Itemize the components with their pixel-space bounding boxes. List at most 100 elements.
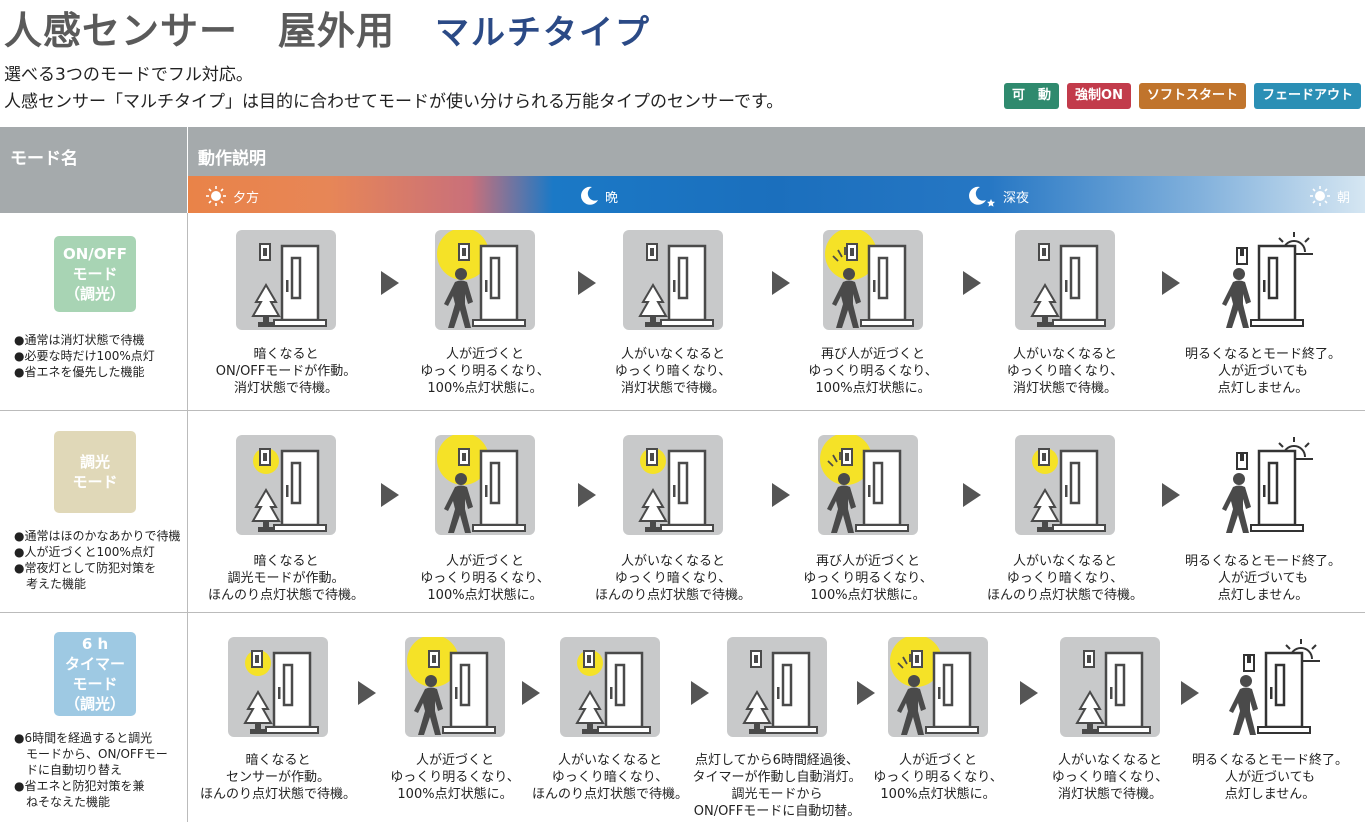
flow-arrow <box>963 271 981 295</box>
timeline-morning-label: 朝 <box>1337 190 1351 206</box>
mode-name-line: （調光） <box>64 695 125 713</box>
caption-line: 人が近づいても <box>1225 770 1315 785</box>
step-caption: 人が近づくと ゆっくり明るくなり、 100%点灯状態に。 <box>390 346 580 397</box>
scene-tile-dark <box>727 637 827 737</box>
caption-line: 人がいなくなると <box>620 347 725 362</box>
moon-icon <box>581 186 598 205</box>
column-divider <box>187 213 188 822</box>
caption-line: ゆっくり明るくなり、 <box>420 571 550 586</box>
caption-line: 消灯状態で待機。 <box>233 381 338 396</box>
scene-tile-person-bright <box>435 435 535 535</box>
mode-note: ●必要な時だけ100%点灯 <box>14 349 155 363</box>
caption-line: 調光モードが作動。 <box>227 571 345 586</box>
caption-line: ゆっくり明るくなり、 <box>420 364 550 379</box>
scene-tile-morning <box>1213 435 1313 535</box>
caption-line: 消灯状態で待機。 <box>620 381 725 396</box>
caption-line: 人がいなくなると <box>1012 554 1117 569</box>
step-caption: 明るくなるとモード終了。 人が近づいても 点灯しません。 <box>1175 752 1365 803</box>
flow-arrow <box>857 681 875 705</box>
flow-arrow <box>1162 271 1180 295</box>
scene-illustration <box>638 448 714 532</box>
header-mode-name: モード名 <box>10 149 78 169</box>
caption-line: ほんのり点灯状態で待機。 <box>199 787 356 802</box>
caption-line: 消灯状態で待機。 <box>1012 381 1117 396</box>
step-caption: 暗くなると ON/OFFモードが作動。 消灯状態で待機。 <box>191 346 381 397</box>
caption-line: 暗くなると <box>253 554 319 569</box>
caption-line: ゆっくり暗くなり、 <box>614 571 732 586</box>
caption-line: ゆっくり暗くなり、 <box>1006 571 1124 586</box>
flow-arrow <box>772 483 790 507</box>
mode-note: ●常夜灯として防犯対策を <box>14 561 157 575</box>
scene-tile-person-bright-again <box>823 230 923 330</box>
step-caption: 暗くなると センサーが作動。 ほんのり点灯状態で待機。 <box>183 752 373 803</box>
scene-tile-dim <box>623 435 723 535</box>
scene-illustration <box>1222 437 1313 533</box>
mode-note: ●6時間を経過すると調光 <box>14 731 153 745</box>
flow-arrow <box>358 681 376 705</box>
timeline-night: 晩 <box>578 185 618 207</box>
caption-line: 100%点灯状態に。 <box>880 787 996 802</box>
caption-line: 点灯しません。 <box>1224 787 1316 802</box>
caption-line: 人がいなくなると <box>557 753 662 768</box>
row-divider <box>0 612 1365 613</box>
caption-line: ゆっくり明るくなり、 <box>808 364 938 379</box>
step-caption: 人がいなくなると ゆっくり暗くなり、 ほんのり点灯状態で待機。 <box>970 553 1160 604</box>
moon-star-icon <box>969 186 995 207</box>
scene-illustration <box>437 435 526 533</box>
scene-tile-person-bright <box>405 637 505 737</box>
caption-line: 明るくなるとモード終了。 <box>1184 347 1341 362</box>
timeline-night-label: 晩 <box>605 190 619 206</box>
scene-illustration <box>243 650 319 734</box>
page-title: 人感センサー 屋外用 マルチタイプ <box>4 0 651 55</box>
caption-line: 再び人が近づくと <box>815 554 920 569</box>
timeline-evening-label: 夕方 <box>233 190 260 206</box>
scene-tile-person-bright-again <box>818 435 918 535</box>
scene-illustration <box>251 448 327 532</box>
flow-arrow <box>522 681 540 705</box>
caption-line: 100%点灯状態に。 <box>810 588 926 603</box>
sun-icon <box>1310 186 1330 206</box>
caption-line: 人が近づくと <box>898 753 977 768</box>
caption-line: ゆっくり明るくなり、 <box>803 571 933 586</box>
mode-note: ●省エネを優先した機能 <box>14 365 145 379</box>
caption-line: 100%点灯状態に。 <box>815 381 931 396</box>
step-caption: 人がいなくなると ゆっくり暗くなり、 消灯状態で待機。 <box>970 346 1160 397</box>
mode-notes: ●6時間を経過すると調光 モードから、ON/OFFモー ドに自動切り替え ●省エネ… <box>14 730 168 810</box>
scene-tile-morning <box>1220 637 1320 737</box>
step-caption: 暗くなると 調光モードが作動。 ほんのり点灯状態で待機。 <box>191 553 381 604</box>
step-caption: 人が近づくとゆっくり明るくなり、 100%点灯状態に。 <box>843 752 1033 803</box>
timeline-late-night: 深夜 <box>968 185 1029 207</box>
caption-line: 人がいなくなると <box>620 554 725 569</box>
caption-line: 再び人が近づくと <box>820 347 925 362</box>
step-caption: 明るくなるとモード終了。 人が近づいても 点灯しません。 <box>1168 346 1358 397</box>
time-of-day-bar: 夕方 晩 深夜 朝 <box>188 176 1365 213</box>
caption-line: 100%点灯状態に。 <box>427 588 543 603</box>
step-caption: 再び人が近づくと ゆっくり明るくなり、 100%点灯状態に。 <box>773 553 963 604</box>
flow-arrow <box>578 271 596 295</box>
timeline-evening: 夕方 <box>204 185 259 207</box>
mode-name-line: タイマー <box>64 655 125 673</box>
table-header: モード名 動作説明 夕方 晩 深夜 朝 <box>0 127 1365 213</box>
flow-arrow <box>381 483 399 507</box>
caption-line: 人がいなくなると <box>1012 347 1117 362</box>
mode-note: ねそなえた機能 <box>14 795 111 809</box>
scene-tile-dark <box>1015 230 1115 330</box>
mode-name-line: ON/OFF <box>62 245 128 263</box>
subtitle-1: 選べる3つのモードでフル対応。 <box>4 65 253 85</box>
mode-note: モードから、ON/OFFモー <box>14 747 168 761</box>
mode-note: ドに自動切り替え <box>14 763 123 777</box>
scene-illustration <box>890 637 979 735</box>
caption-line: ゆっくり明るくなり、 <box>873 770 1003 785</box>
badge-kadou: 可 動 <box>1004 83 1060 109</box>
mode-name-line: モード <box>72 265 118 283</box>
caption-line: ゆっくり暗くなり、 <box>1006 364 1124 379</box>
step-caption: 人がいなくなると ゆっくり暗くなり、 ほんのり点灯状態で待機。 <box>515 752 705 803</box>
flow-arrow <box>963 483 981 507</box>
flow-arrow <box>772 271 790 295</box>
title-type: マルチタイプ <box>435 13 652 53</box>
scene-illustration <box>742 650 818 734</box>
mode-name-box: 調光 モード <box>54 431 136 513</box>
caption-line: ON/OFFモードに自動切替。 <box>693 804 861 819</box>
scene-illustration <box>825 230 914 328</box>
caption-line: 明るくなるとモード終了。 <box>1184 554 1341 569</box>
